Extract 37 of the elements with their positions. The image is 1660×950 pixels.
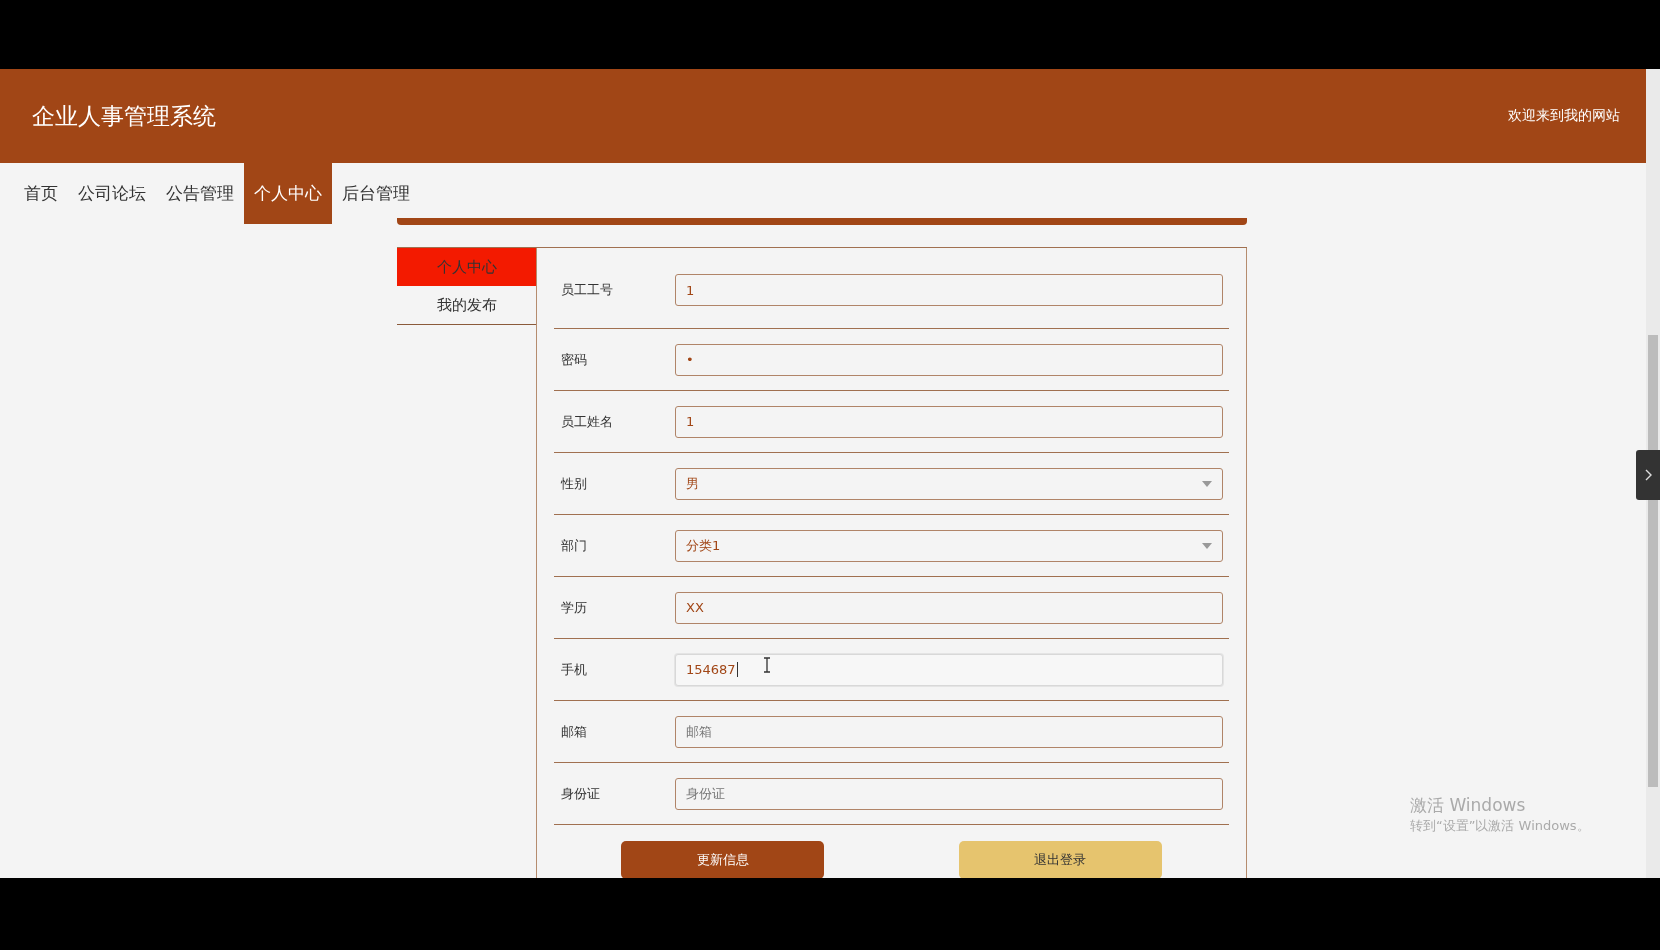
field-label: 学历 [560, 598, 588, 617]
caret-icon [1202, 480, 1212, 487]
nav-tab[interactable]: 公司论坛 [68, 163, 156, 224]
field-label: 部门 [560, 536, 588, 555]
input-field[interactable]: 154687 [675, 653, 1223, 686]
sidebar-item[interactable]: 个人中心 [397, 248, 536, 286]
field-label: 员工姓名 [560, 412, 614, 431]
form-button[interactable]: 退出登录 [958, 841, 1162, 878]
field-label: 邮箱 [560, 722, 588, 741]
activation-title: 激活 Windows [1410, 794, 1527, 817]
chevron-right-icon [1644, 469, 1652, 481]
expand-button[interactable] [1636, 450, 1660, 500]
activation-text: 转到“设置”以激活 Windows。 [1410, 817, 1590, 835]
nav-tab[interactable]: 公告管理 [156, 163, 244, 224]
scrollbar[interactable] [1646, 69, 1660, 878]
nav-tab[interactable]: 个人中心 [244, 163, 332, 224]
form-button[interactable]: 更新信息 [621, 841, 825, 878]
sidebar-item[interactable]: 我的发布 [397, 286, 536, 324]
caret-icon [1202, 542, 1212, 549]
select-field[interactable]: 分类1 [675, 529, 1223, 562]
field-label: 性别 [560, 474, 588, 493]
field-label: 身份证 [560, 784, 601, 803]
nav-tab[interactable]: 后台管理 [332, 163, 420, 224]
input-field[interactable]: 1 [675, 274, 1223, 306]
input-field[interactable]: XX [675, 591, 1223, 624]
text-cursor-icon [763, 656, 771, 673]
welcome-text: 欢迎来到我的网站 [1508, 107, 1620, 125]
nav-tab[interactable]: 首页 [14, 163, 68, 224]
field-label: 密码 [560, 350, 588, 369]
input-field[interactable]: 邮箱 [675, 715, 1223, 748]
site-title: 企业人事管理系统 [32, 101, 216, 131]
field-label: 员工工号 [560, 281, 614, 299]
input-field[interactable]: 身份证 [675, 777, 1223, 810]
select-field[interactable]: 男 [675, 467, 1223, 500]
input-field[interactable]: 1 [675, 405, 1223, 438]
input-field[interactable]: • [675, 343, 1223, 376]
field-label: 手机 [560, 660, 588, 679]
